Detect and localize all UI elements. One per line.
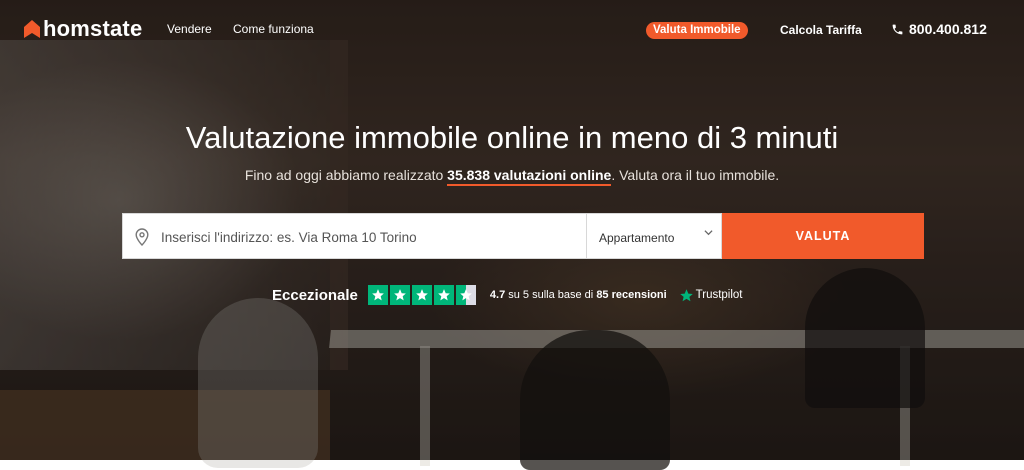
trustpilot-star-icon xyxy=(679,288,693,301)
subtitle-text-start: Fino ad oggi abbiamo realizzato xyxy=(244,167,448,183)
trustpilot-logo: Trustpilot xyxy=(679,288,743,303)
valuta-immobile-button[interactable]: Valuta Immobile xyxy=(646,22,748,39)
rating-label: Eccezionale xyxy=(272,286,358,304)
calcola-tariffa-link[interactable]: Calcola Tariffa xyxy=(780,23,862,37)
rating-summary-mid: su 5 sulla base di xyxy=(505,289,597,301)
star-icon xyxy=(389,285,410,305)
valuation-search-bar: Appartamento VALUTA xyxy=(122,213,924,260)
phone-link[interactable]: 800.400.812 xyxy=(891,21,987,37)
valuta-submit-button[interactable]: VALUTA xyxy=(722,213,924,259)
property-type-value: Appartamento xyxy=(599,231,675,245)
star-icon xyxy=(411,285,432,305)
logo-text: homstate xyxy=(43,16,143,41)
subtitle-text-end: . Valuta ora il tuo immobile. xyxy=(611,167,780,183)
half-star-icon xyxy=(455,285,476,305)
nav-link-come-funziona[interactable]: Come funziona xyxy=(233,22,314,36)
address-input[interactable] xyxy=(159,214,583,260)
logo[interactable]: homstate xyxy=(24,16,142,42)
map-pin-icon xyxy=(135,228,149,246)
chevron-down-icon xyxy=(704,230,713,236)
trustpilot-text: Trustpilot xyxy=(695,289,743,301)
phone-number: 800.400.812 xyxy=(909,21,987,37)
house-roof-icon xyxy=(24,20,40,38)
star-icon xyxy=(433,285,454,305)
top-navigation: homstate Vendere Come funziona Valuta Im… xyxy=(0,0,1024,58)
reviews-count: 85 recensioni xyxy=(596,289,667,301)
property-type-select[interactable]: Appartamento xyxy=(587,213,722,259)
valuations-count: 35.838 valutazioni online xyxy=(447,167,612,186)
address-field[interactable] xyxy=(122,213,587,260)
page-title: Valutazione immobile online in meno di 3… xyxy=(185,120,839,155)
star-rating xyxy=(367,285,476,305)
page-subtitle: Fino ad oggi abbiamo realizzato 35.838 v… xyxy=(0,167,1024,186)
rating-summary: 4.7 su 5 sulla base di 85 recensioni xyxy=(490,289,667,301)
trustpilot-widget[interactable]: Eccezionale 4.7 su 5 sulla base di 85 re… xyxy=(272,284,743,306)
nav-link-vendere[interactable]: Vendere xyxy=(167,22,212,36)
star-icon xyxy=(367,285,388,305)
phone-icon xyxy=(892,24,903,34)
rating-score: 4.7 xyxy=(489,289,506,301)
